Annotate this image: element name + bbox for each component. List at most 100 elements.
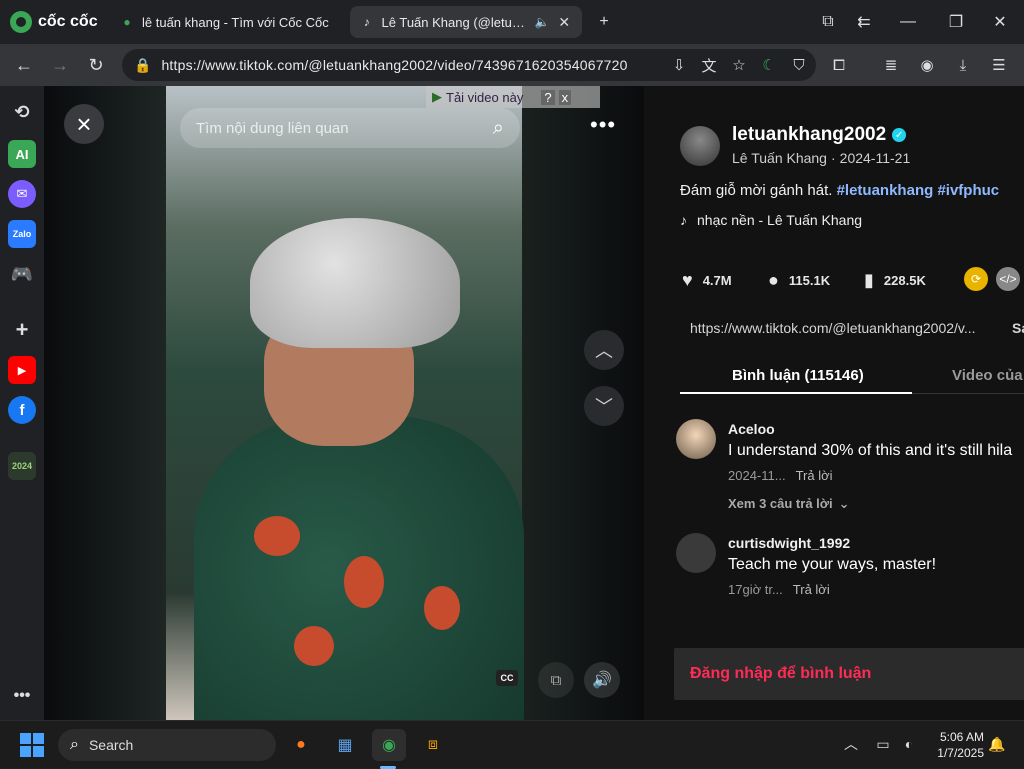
show-hidden-icons-icon[interactable]: ︿ bbox=[840, 733, 862, 755]
like-stat[interactable]: ♥ 4.7M bbox=[682, 270, 732, 291]
related-search-bar[interactable]: Tìm nội dung liên quan ⌕ bbox=[180, 108, 520, 148]
tab-title: Lê Tuấn Khang (@letuanl bbox=[381, 14, 527, 30]
video-player[interactable]: × Tìm nội dung liên quan ⌕ ▶ Tải video n… bbox=[44, 86, 644, 720]
download-icon[interactable]: ⤓ bbox=[950, 52, 976, 78]
profile-icon[interactable]: ◉ bbox=[914, 52, 940, 78]
more-options-icon[interactable]: ••• bbox=[8, 682, 36, 710]
previous-video-button[interactable]: ︿ bbox=[584, 330, 624, 370]
close-player-button[interactable]: × bbox=[64, 104, 104, 144]
download-help-button[interactable]: ? bbox=[541, 89, 555, 105]
browser-tabbar: cốc cốc ● lê tuấn khang - Tìm với Cốc Cố… bbox=[0, 0, 1024, 44]
history-icon[interactable]: ⟲ bbox=[8, 98, 36, 126]
shield-icon[interactable]: ⛉ bbox=[786, 52, 812, 78]
captions-button[interactable]: CC bbox=[496, 670, 518, 686]
url-text: https://www.tiktok.com/@letuankhang2002/… bbox=[161, 57, 628, 73]
reload-button[interactable]: ↻ bbox=[83, 52, 109, 78]
youtube-icon[interactable]: ▶ bbox=[8, 356, 36, 384]
tab-active-indicator bbox=[680, 392, 912, 394]
tab-creator-videos[interactable]: Video của n bbox=[952, 367, 1024, 384]
tab-comments[interactable]: Bình luận (115146) bbox=[732, 367, 864, 384]
start-tile bbox=[33, 733, 44, 744]
translate-icon[interactable]: 文 bbox=[696, 52, 722, 78]
author-username[interactable]: letuankhang2002 bbox=[732, 124, 886, 146]
save-stat[interactable]: ▮ 228.5K bbox=[864, 270, 926, 291]
repost-icon[interactable]: ⟳ bbox=[964, 267, 988, 291]
tab-search-icon[interactable]: ⇇ bbox=[850, 8, 878, 36]
author-display-name: Lê Tuấn Khang bbox=[732, 150, 827, 166]
maximize-button[interactable]: ❐ bbox=[942, 8, 970, 36]
clock-date: 1/7/2025 bbox=[937, 746, 984, 760]
coccoc-taskbar-icon[interactable]: ◉ bbox=[372, 729, 406, 761]
messenger-icon[interactable]: ✉ bbox=[8, 180, 36, 208]
music-row[interactable]: ♪ nhạc nền - Lê Tuấn Khang bbox=[680, 212, 862, 228]
system-clock[interactable]: 5:06 AM 1/7/2025 bbox=[928, 729, 984, 761]
video-info-panel: letuankhang2002 ✓ Lê Tuấn Khang · 2024-1… bbox=[644, 86, 1024, 720]
login-to-comment-button[interactable]: Đăng nhập để bình luận bbox=[674, 648, 1024, 700]
minimize-button[interactable]: — bbox=[894, 8, 922, 36]
bookmark-icon[interactable]: ▮ bbox=[864, 270, 874, 291]
photos-app-icon[interactable]: ▦ bbox=[328, 729, 362, 761]
tab-tiktok[interactable]: ♪ Lê Tuấn Khang (@letuanl 🔈 ✕ bbox=[350, 6, 582, 38]
taskbar-search-box[interactable]: ⌕ Search bbox=[58, 729, 276, 761]
ai-assistant-icon[interactable]: AI bbox=[8, 140, 36, 168]
virtualbox-icon[interactable]: ⧈ bbox=[416, 729, 450, 761]
lock-icon[interactable]: 🔒 bbox=[134, 57, 151, 74]
tab-search[interactable]: ● lê tuấn khang - Tìm với Cốc Cốc bbox=[110, 6, 346, 38]
reply-button[interactable]: Trả lời bbox=[793, 582, 830, 597]
tab-close-icon[interactable]: ✕ bbox=[557, 14, 572, 31]
forward-button[interactable]: → bbox=[47, 52, 73, 78]
download-close-button[interactable]: x bbox=[558, 89, 572, 105]
browser-sidebar: ⟲ AI ✉ Zalo 🎮 + ▶ f 2024 ••• bbox=[0, 86, 44, 720]
add-sidebar-item-icon[interactable]: + bbox=[8, 316, 36, 344]
bookmark-star-icon[interactable]: ☆ bbox=[726, 52, 752, 78]
music-title[interactable]: nhạc nền - Lê Tuấn Khang bbox=[697, 212, 862, 228]
hashtag-link[interactable]: #letuankhang bbox=[837, 182, 934, 199]
close-window-button[interactable]: ✕ bbox=[986, 8, 1014, 36]
copy-link-button[interactable]: Sa bbox=[1012, 320, 1024, 336]
next-video-button[interactable]: ﹀ bbox=[584, 386, 624, 426]
comment-username[interactable]: Aceloo bbox=[728, 421, 775, 437]
search-icon: ⌕ bbox=[70, 736, 79, 753]
heart-icon[interactable]: ♥ bbox=[682, 270, 693, 291]
coccoc-favicon-icon: ● bbox=[123, 15, 131, 29]
zalo-icon[interactable]: Zalo bbox=[8, 220, 36, 248]
author-avatar[interactable] bbox=[680, 126, 720, 166]
notifications-bell-icon[interactable]: 🔔 bbox=[986, 733, 1008, 755]
hashtag-link[interactable]: #ivfphuc bbox=[937, 182, 999, 199]
caption-text: Đám giỗ mời gánh hát. bbox=[680, 182, 837, 199]
new-tab-button[interactable]: + bbox=[590, 8, 618, 36]
install-app-icon[interactable]: ⇩ bbox=[666, 52, 692, 78]
firefox-icon[interactable]: ● bbox=[284, 729, 318, 761]
comment-stat[interactable]: ● 115.1K bbox=[768, 270, 830, 291]
commenter-avatar[interactable] bbox=[676, 533, 716, 573]
windows-start-icon[interactable] bbox=[20, 733, 44, 757]
back-button[interactable]: ← bbox=[11, 52, 37, 78]
volume-muted-icon[interactable]: ◐ bbox=[898, 733, 920, 755]
media-control-icon[interactable]: ≣ bbox=[878, 52, 904, 78]
extensions-icon[interactable]: ⧠ bbox=[826, 52, 852, 78]
commenter-avatar[interactable] bbox=[676, 419, 716, 459]
coccoc-2024-icon[interactable]: 2024 bbox=[8, 452, 36, 480]
chevron-down-icon: ⌄ bbox=[838, 496, 850, 511]
embed-icon[interactable]: </> bbox=[996, 267, 1020, 291]
windows-taskbar: ⌕ Search ● ▦ ◉ ⧈ ︿ ▭ ◐ 5:06 AM 1/7/2025 … bbox=[0, 720, 1024, 769]
menu-icon[interactable]: ☰ bbox=[986, 52, 1012, 78]
screenshot-icon[interactable]: ⧉ bbox=[814, 8, 842, 36]
gamepad-icon[interactable]: 🎮 bbox=[8, 260, 36, 288]
download-video-banner[interactable]: ▶ Tải video này ? x bbox=[426, 86, 600, 108]
comment-username[interactable]: curtisdwight_1992 bbox=[728, 535, 850, 551]
browser-brand[interactable]: cốc cốc bbox=[10, 10, 98, 34]
download-video-label[interactable]: Tải video này bbox=[446, 90, 523, 105]
more-options-icon[interactable]: ••• bbox=[590, 112, 616, 138]
picture-in-picture-icon[interactable]: ⧉ bbox=[538, 662, 574, 698]
video-link[interactable]: https://www.tiktok.com/@letuankhang2002/… bbox=[690, 320, 976, 336]
facebook-icon[interactable]: f bbox=[8, 396, 36, 424]
view-replies-button[interactable]: Xem 3 câu trả lời ⌄ bbox=[728, 496, 850, 512]
reply-button[interactable]: Trả lời bbox=[796, 468, 833, 483]
network-icon[interactable]: ▭ bbox=[872, 733, 894, 755]
volume-icon[interactable]: 🔊 bbox=[584, 662, 620, 698]
search-icon[interactable]: ⌕ bbox=[493, 117, 504, 140]
dark-mode-icon[interactable]: ☾ bbox=[756, 52, 782, 78]
comment-icon[interactable]: ● bbox=[768, 270, 779, 291]
audio-playing-icon[interactable]: 🔈 bbox=[535, 15, 550, 29]
